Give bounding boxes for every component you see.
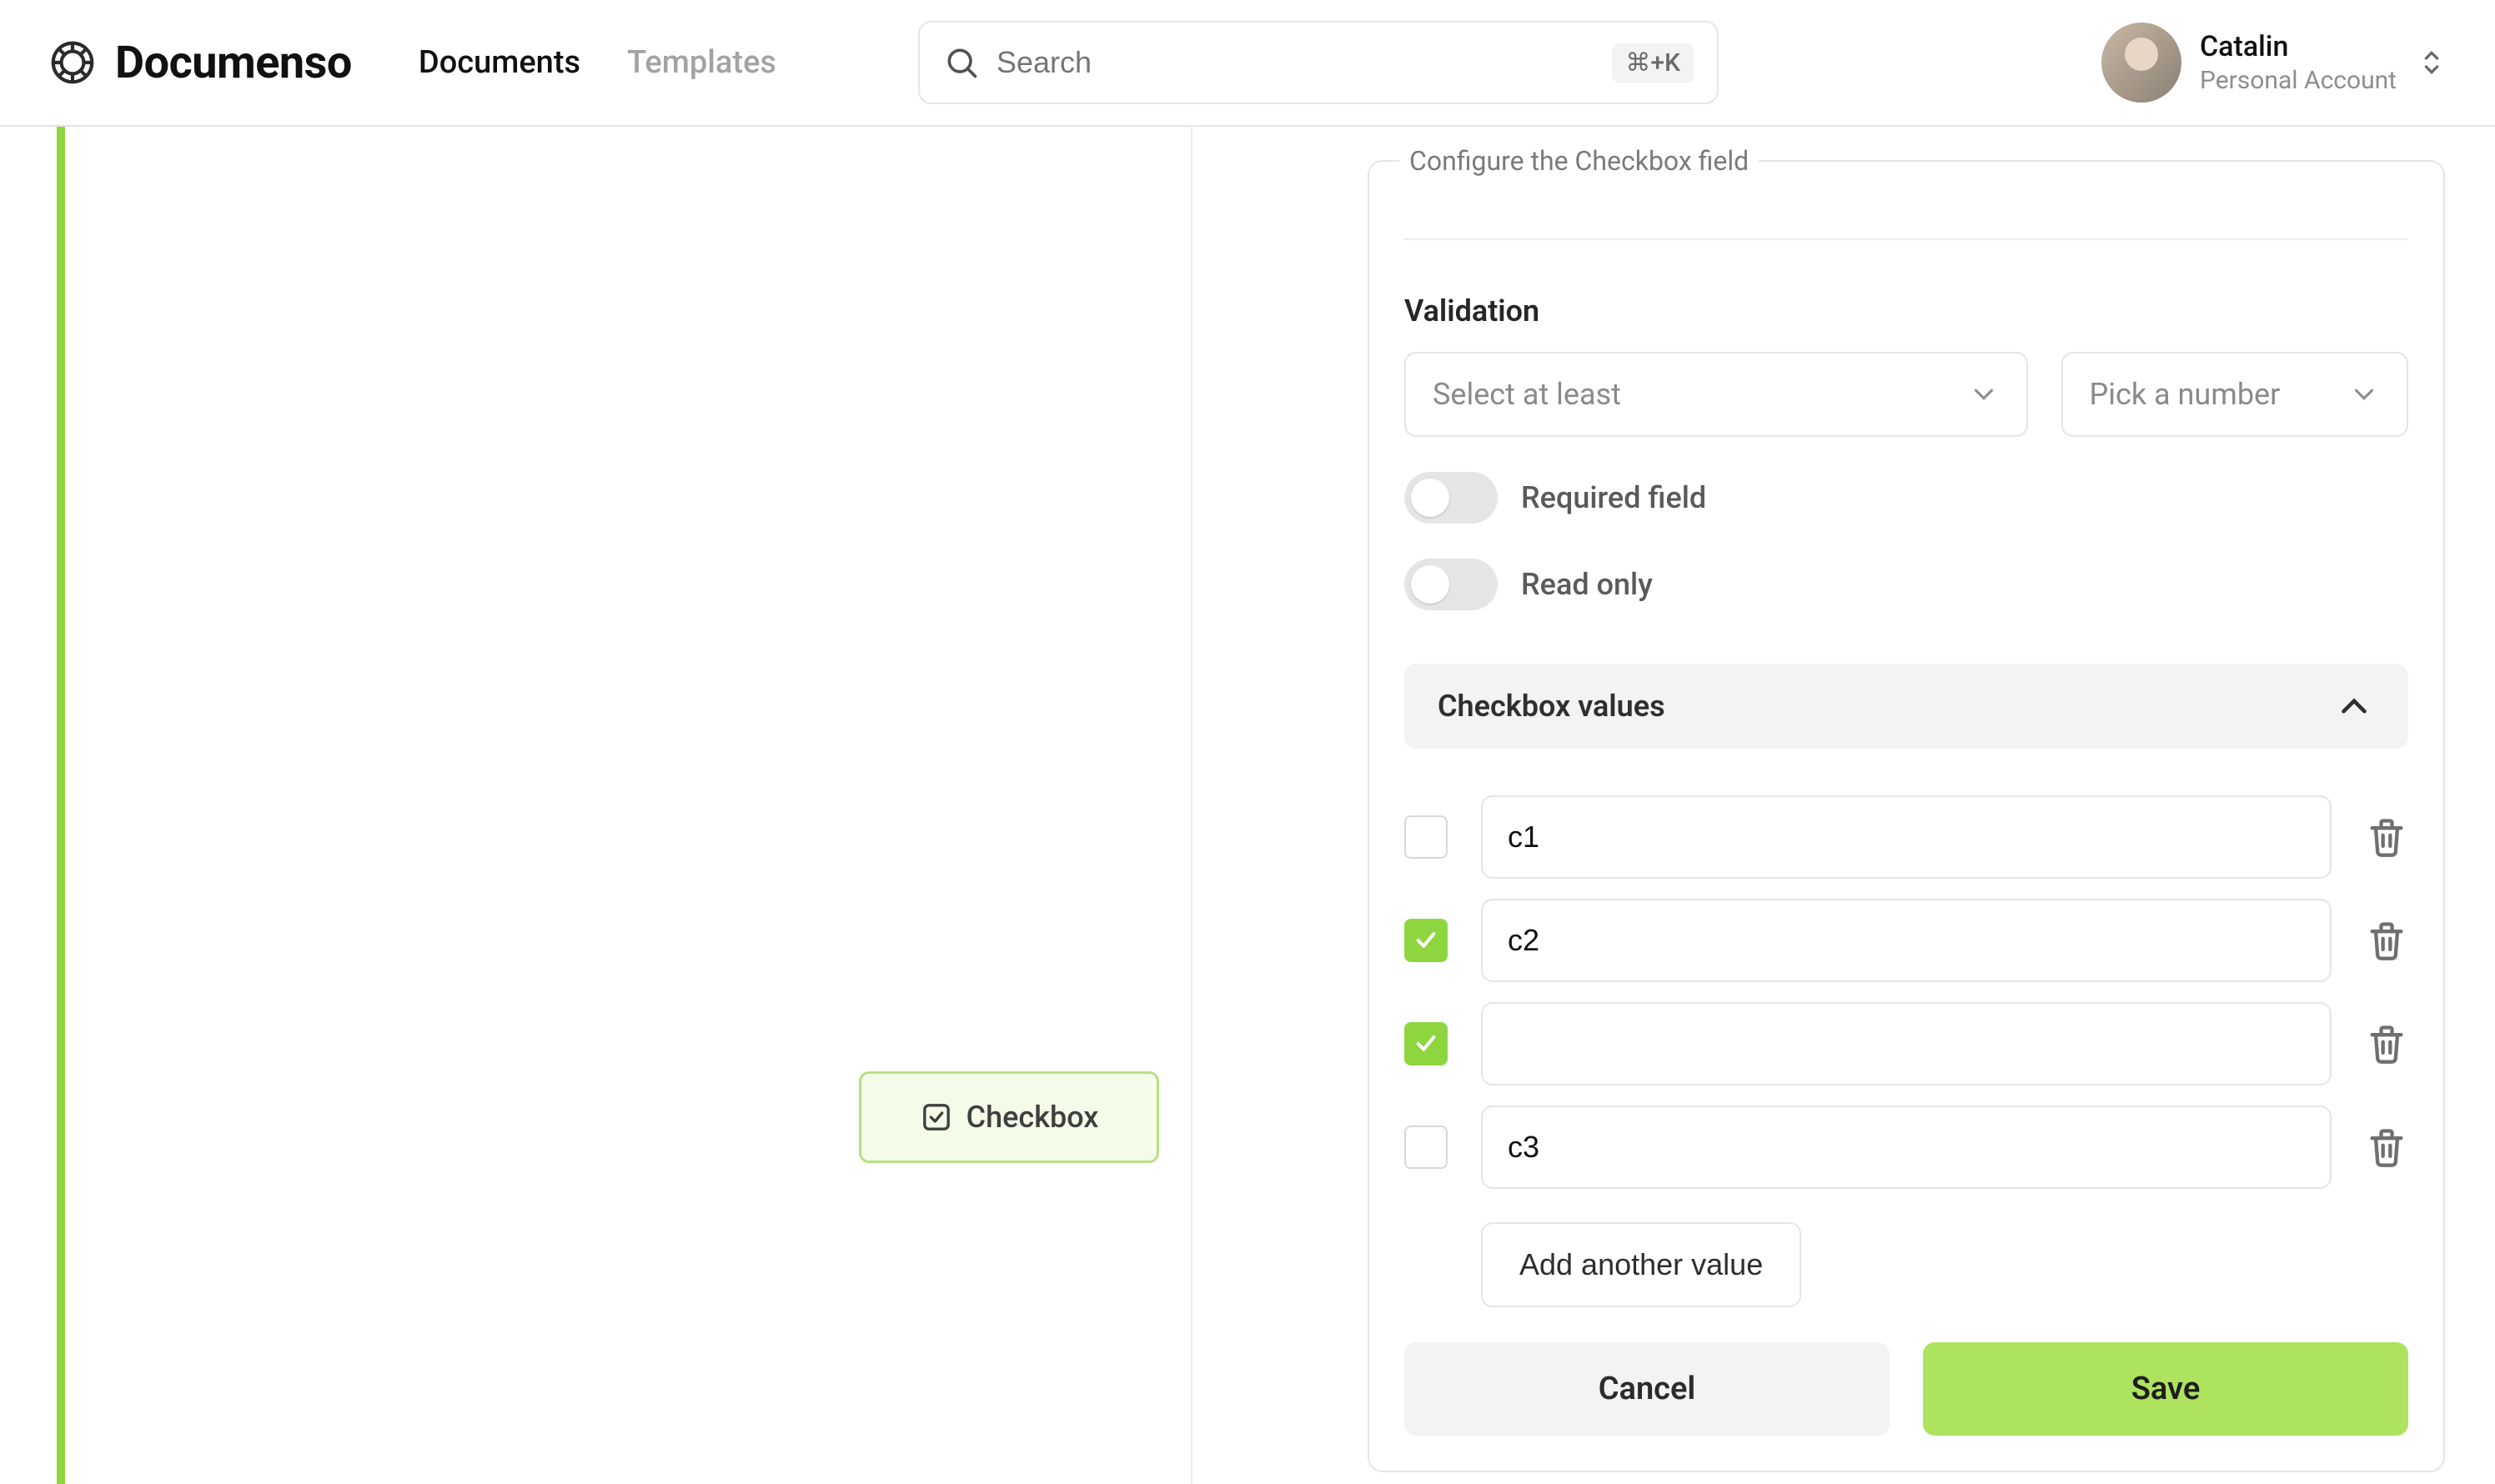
avatar (2101, 23, 2181, 103)
checkbox-value-row (1404, 795, 2408, 879)
document-page[interactable]: Checkbox (83, 127, 1192, 1484)
search-shortcut: ⌘+K (1612, 43, 1694, 83)
trash-icon[interactable] (2365, 1126, 2408, 1169)
checkbox-field-placeholder[interactable]: Checkbox (859, 1071, 1159, 1163)
chevron-up-icon (2333, 685, 2375, 727)
readonly-toggle[interactable] (1404, 559, 1498, 610)
account-menu[interactable]: Catalin Personal Account (2101, 23, 2448, 103)
checkbox-values-title: Checkbox values (1438, 689, 1665, 724)
validation-rule-value: Select at least (1433, 377, 1621, 412)
checkbox-values-header[interactable]: Checkbox values (1404, 664, 2408, 749)
value-input[interactable] (1481, 1002, 2332, 1085)
validation-count-value: Pick a number (2090, 377, 2281, 412)
required-toggle[interactable] (1404, 472, 1498, 524)
value-default-checkbox[interactable] (1404, 1022, 1448, 1065)
trash-icon[interactable] (2365, 815, 2408, 859)
checkbox-value-row (1404, 1105, 2408, 1189)
chevron-down-icon (2348, 379, 2380, 410)
save-button[interactable]: Save (1923, 1342, 2408, 1436)
panel-legend: Configure the Checkbox field (1409, 145, 1749, 177)
validation-count-select[interactable]: Pick a number (2061, 352, 2408, 437)
readonly-label: Read only (1521, 567, 1653, 602)
nav-templates[interactable]: Templates (627, 44, 776, 81)
value-default-checkbox[interactable] (1404, 815, 1448, 859)
brand-logo-icon (47, 37, 98, 88)
document-preview-pane[interactable]: Checkbox (0, 127, 1276, 1484)
chevron-up-down-icon (2415, 46, 2448, 79)
field-config-panel: Configure the Checkbox field Validation … (1276, 127, 2495, 1484)
value-input[interactable] (1481, 1105, 2332, 1189)
app-header: Documenso Documents Templates ⌘+K Catali… (0, 0, 2495, 127)
checkbox-values-list (1404, 795, 2408, 1189)
required-label: Required field (1521, 480, 1706, 515)
trash-icon[interactable] (2365, 1022, 2408, 1065)
search-input[interactable] (996, 45, 1595, 80)
value-default-checkbox[interactable] (1404, 919, 1448, 962)
page-accent-bar (57, 127, 65, 1484)
divider (1404, 238, 2408, 240)
value-input[interactable] (1481, 899, 2332, 982)
checkbox-value-row (1404, 899, 2408, 982)
account-text: Catalin Personal Account (2200, 29, 2397, 96)
brand[interactable]: Documenso (47, 37, 352, 89)
nav-documents[interactable]: Documents (419, 44, 580, 81)
validation-label: Validation (1404, 293, 2408, 328)
account-subtitle: Personal Account (2200, 65, 2397, 97)
brand-name: Documenso (115, 37, 352, 89)
checkbox-icon (920, 1100, 953, 1134)
cancel-button[interactable]: Cancel (1404, 1342, 1890, 1436)
chevron-down-icon (1968, 379, 2000, 410)
value-default-checkbox[interactable] (1404, 1126, 1448, 1169)
add-value-button[interactable]: Add another value (1481, 1222, 1801, 1307)
checkbox-field-label: Checkbox (966, 1100, 1099, 1135)
value-input[interactable] (1481, 795, 2332, 879)
search-icon (943, 44, 980, 81)
trash-icon[interactable] (2365, 919, 2408, 962)
global-search[interactable]: ⌘+K (918, 21, 1719, 104)
field-config-card: Configure the Checkbox field Validation … (1368, 160, 2445, 1472)
validation-rule-select[interactable]: Select at least (1404, 352, 2028, 437)
account-name: Catalin (2200, 29, 2397, 65)
checkbox-value-row (1404, 1002, 2408, 1085)
main-nav: Documents Templates (419, 44, 776, 81)
